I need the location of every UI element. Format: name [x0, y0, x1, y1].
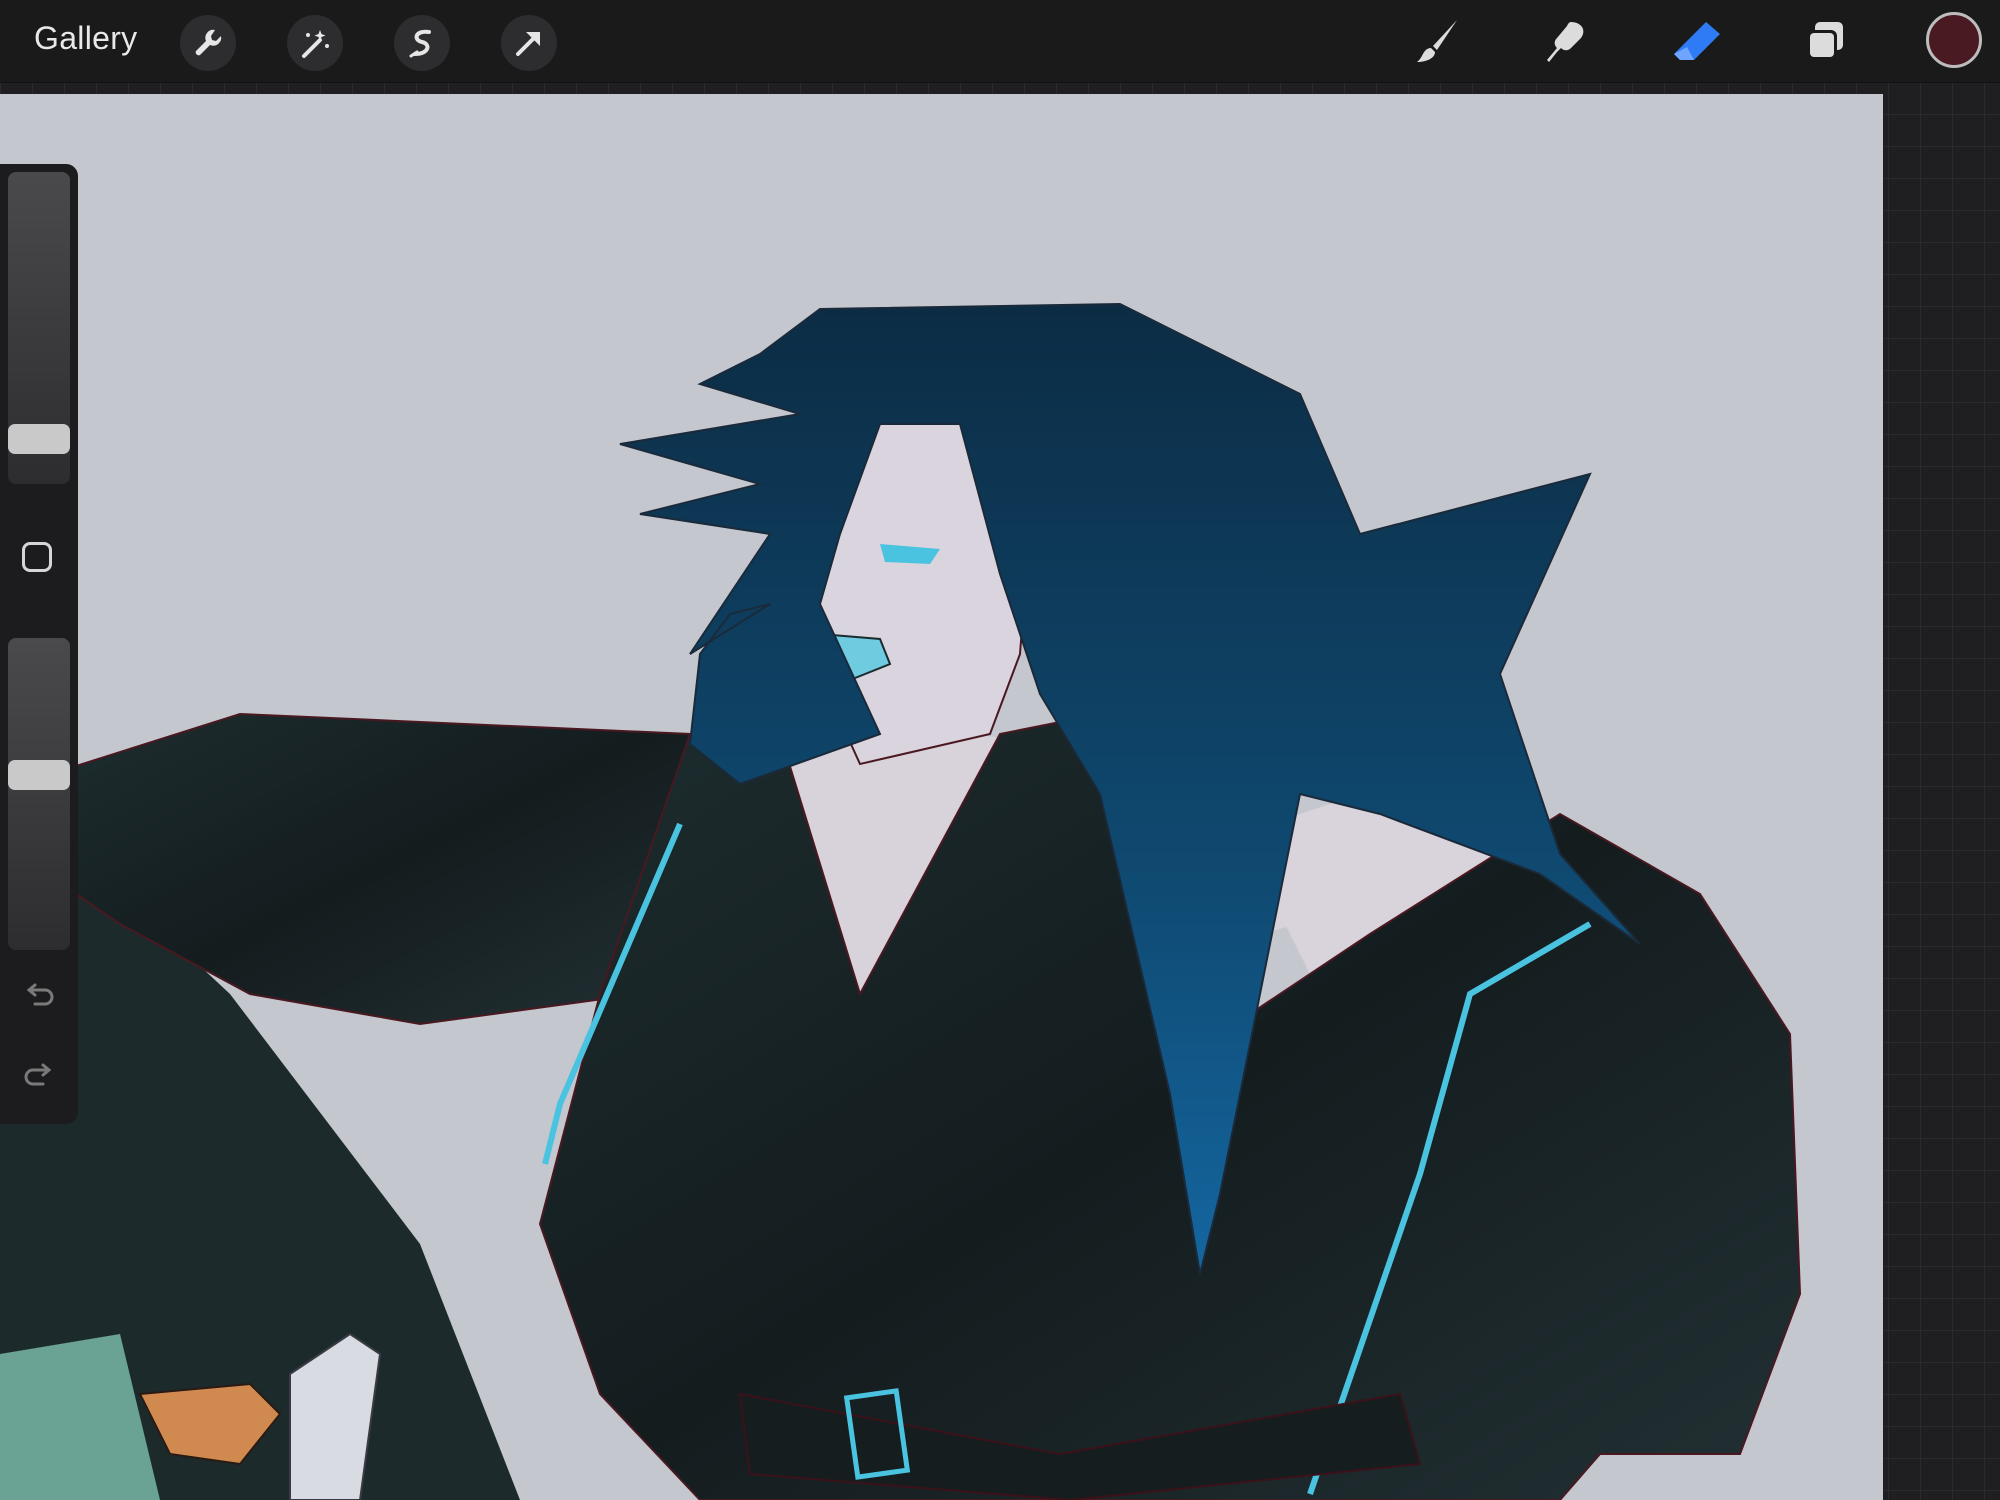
opacity-slider[interactable] — [8, 638, 70, 950]
artwork — [0, 302, 1802, 1500]
modify-square-icon[interactable] — [22, 542, 52, 572]
magic-wand-icon[interactable] — [287, 15, 343, 71]
undo-icon[interactable] — [18, 976, 60, 1016]
color-swatch[interactable] — [1926, 12, 1982, 68]
opacity-handle[interactable] — [8, 760, 70, 790]
redo-icon[interactable] — [18, 1056, 60, 1096]
gallery-button[interactable]: Gallery — [34, 20, 137, 57]
left-sidebar — [0, 164, 78, 1124]
top-toolbar: Gallery — [0, 0, 2000, 83]
arrow-cursor-icon[interactable] — [501, 15, 557, 71]
s-selection-icon[interactable] — [394, 15, 450, 71]
layers-icon[interactable] — [1796, 13, 1856, 69]
smudge-icon[interactable] — [1536, 13, 1596, 69]
drawing-canvas[interactable] — [0, 94, 1883, 1500]
eraser-icon[interactable] — [1667, 13, 1727, 69]
wrench-icon[interactable] — [180, 15, 236, 71]
brush-size-handle[interactable] — [8, 424, 70, 454]
brush-icon[interactable] — [1408, 13, 1468, 69]
